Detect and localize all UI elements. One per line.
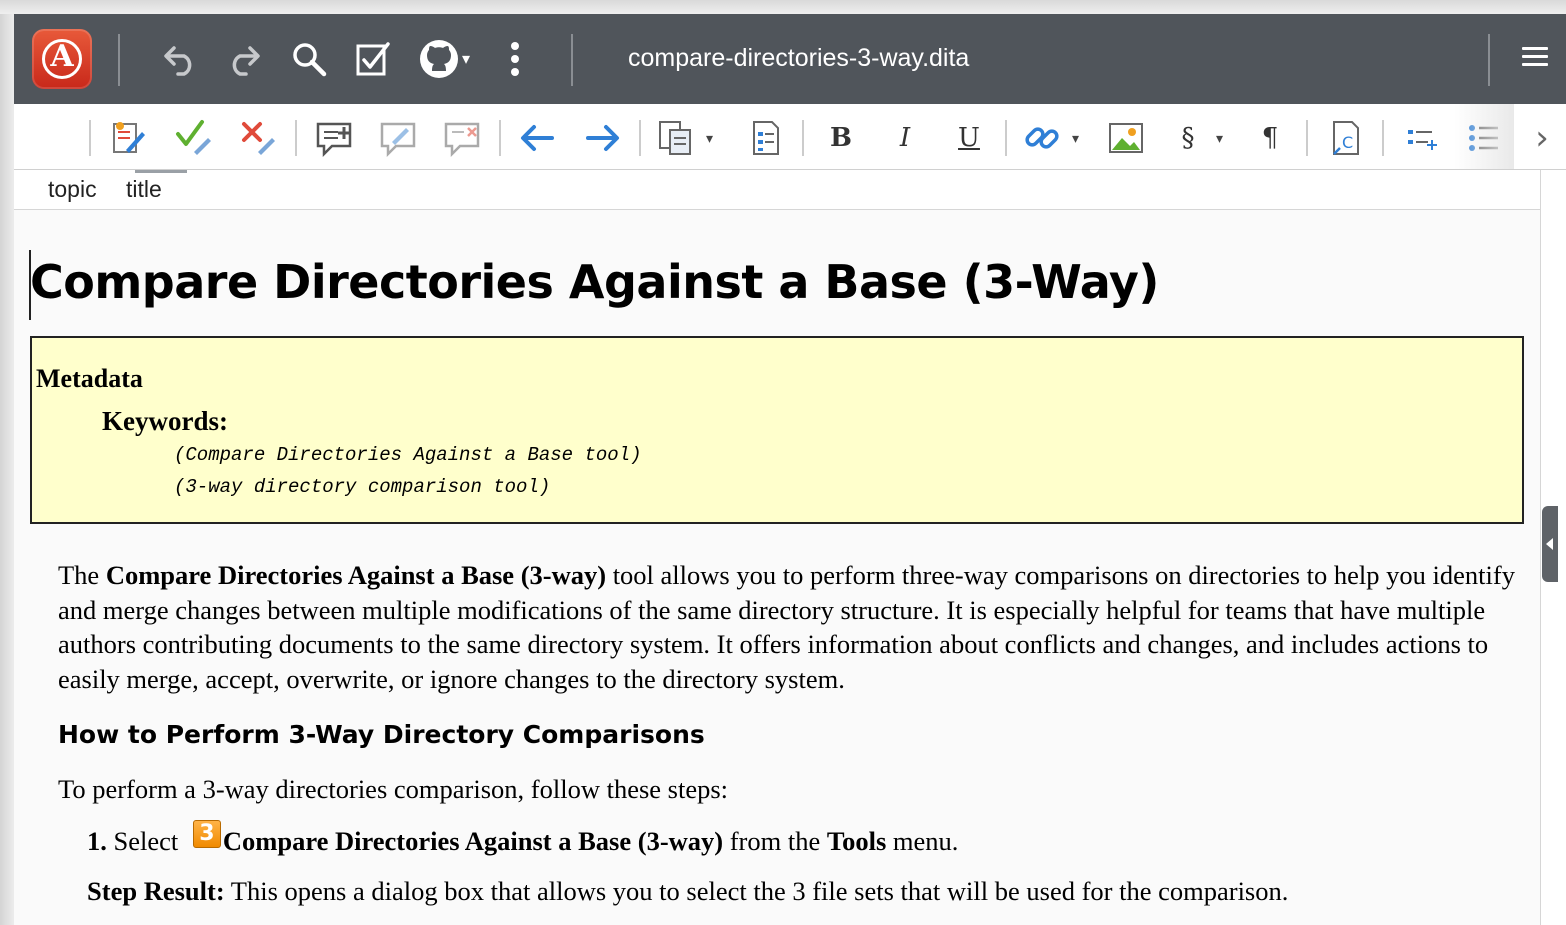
remove-comment-icon[interactable] — [440, 116, 484, 160]
three-way-compare-icon: 3 — [192, 819, 221, 848]
toolbar-separator — [89, 120, 91, 156]
search-icon[interactable] — [286, 36, 332, 82]
toolbar-separator — [118, 34, 120, 86]
insert-list-item-icon[interactable] — [1400, 116, 1444, 160]
next-change-icon[interactable] — [580, 116, 624, 160]
italic-label: I — [899, 123, 911, 153]
section-label: § — [1181, 123, 1195, 153]
breadcrumb-active-indicator — [135, 170, 187, 173]
toolbar-separator — [1306, 120, 1308, 156]
page-title[interactable]: Compare Directories Against a Base (3-Wa… — [30, 255, 1159, 309]
section-lead[interactable]: To perform a 3-way directories compariso… — [58, 774, 728, 805]
toolbar-separator — [1005, 120, 1007, 156]
chevron-left-icon — [1546, 538, 1553, 550]
edit-toolbar: ▾ B I U ▾ § ▾ ¶ C › — [14, 104, 1566, 170]
step-menu-suffix: menu. — [886, 826, 959, 856]
metadata-heading: Metadata — [36, 364, 143, 393]
step-select-text: Select — [106, 826, 185, 856]
toolbar-scroll-right-button[interactable]: › — [1520, 116, 1564, 160]
paste-special-icon[interactable] — [654, 116, 698, 160]
link-icon[interactable] — [1020, 116, 1064, 160]
breadcrumb: topic title — [14, 170, 1540, 210]
paragraph-button[interactable]: ¶ — [1248, 116, 1292, 160]
window-shadow — [0, 0, 1566, 14]
conref-icon[interactable]: C — [1324, 116, 1368, 160]
link-dropdown-caret[interactable]: ▾ — [1072, 130, 1079, 147]
toolbar-separator — [571, 34, 573, 86]
previous-change-icon[interactable] — [516, 116, 560, 160]
keyword-item: (3-way directory comparison tool) — [174, 476, 551, 498]
section-dropdown-caret[interactable]: ▾ — [1216, 130, 1223, 147]
step-tool-name: Compare Directories Against a Base (3-wa… — [222, 826, 724, 856]
toolbar-separator — [1382, 120, 1384, 156]
insert-image-icon[interactable] — [1104, 116, 1148, 160]
track-changes-icon[interactable] — [106, 116, 150, 160]
github-dropdown-caret: ▾ — [461, 51, 471, 68]
breadcrumb-item-topic[interactable]: topic — [48, 176, 97, 203]
app-window: A ▾ compare-directories-3-way.dita ▾ B I… — [0, 0, 1566, 925]
underline-button[interactable]: U — [947, 116, 991, 160]
redo-icon[interactable] — [220, 36, 266, 82]
breadcrumb-item-title[interactable]: title — [126, 176, 162, 203]
app-logo-letter: A — [50, 39, 74, 74]
toolbar-overflow-fade — [1454, 104, 1514, 169]
step-result-text: This opens a dialog box that allows you … — [224, 876, 1289, 906]
toolbar-separator — [639, 120, 641, 156]
keywords-label: Keywords: — [102, 406, 228, 436]
toolbar-separator — [802, 120, 804, 156]
paste-dropdown-caret[interactable]: ▾ — [706, 130, 713, 147]
file-name-title: compare-directories-3-way.dita — [628, 44, 970, 72]
section-button[interactable]: § — [1166, 116, 1210, 160]
bold-label: B — [830, 123, 852, 153]
insert-reference-icon[interactable] — [744, 116, 788, 160]
keyword-item: (Compare Directories Against a Base tool… — [174, 444, 642, 466]
chevron-right-icon: › — [1535, 118, 1549, 158]
paragraph-label: ¶ — [1261, 123, 1279, 153]
accept-change-icon[interactable] — [172, 116, 216, 160]
toolbar-separator — [1488, 34, 1490, 86]
svg-text:C: C — [1342, 133, 1353, 152]
step-from-text: from the — [723, 826, 827, 856]
toolbar-separator — [499, 120, 501, 156]
github-icon[interactable]: ▾ — [412, 36, 476, 82]
app-logo-icon[interactable]: A — [32, 29, 92, 89]
edit-comment-icon[interactable] — [376, 116, 420, 160]
top-toolbar: A ▾ compare-directories-3-way.dita — [14, 14, 1566, 104]
more-vertical-icon[interactable] — [492, 36, 538, 82]
metadata-box[interactable]: Metadata Keywords: (Compare Directories … — [30, 336, 1524, 524]
undo-icon[interactable] — [158, 36, 204, 82]
intro-lead: The — [58, 560, 106, 590]
intro-paragraph[interactable]: The Compare Directories Against a Base (… — [58, 558, 1518, 696]
step-number: 1. — [87, 826, 107, 856]
add-comment-icon[interactable] — [312, 116, 356, 160]
reject-change-icon[interactable] — [236, 116, 280, 160]
intro-tool-name: Compare Directories Against a Base (3-wa… — [105, 560, 607, 590]
italic-button[interactable]: I — [883, 116, 927, 160]
section-heading[interactable]: How to Perform 3-Way Directory Compariso… — [58, 720, 705, 749]
step-menu-name: Tools — [826, 826, 887, 856]
step-result[interactable]: Step Result: This opens a dialog box tha… — [87, 876, 1288, 907]
side-panel-toggle[interactable] — [1542, 506, 1558, 582]
bold-button[interactable]: B — [819, 116, 863, 160]
step-result-label: Step Result: — [87, 876, 225, 906]
toolbar-separator — [295, 120, 297, 156]
window-shadow — [0, 0, 14, 925]
step-1[interactable]: 1. Select 3 Compare Directories Against … — [87, 819, 959, 857]
underline-label: U — [958, 123, 980, 153]
hamburger-menu-icon[interactable] — [1522, 47, 1548, 71]
validate-icon[interactable] — [350, 36, 396, 82]
